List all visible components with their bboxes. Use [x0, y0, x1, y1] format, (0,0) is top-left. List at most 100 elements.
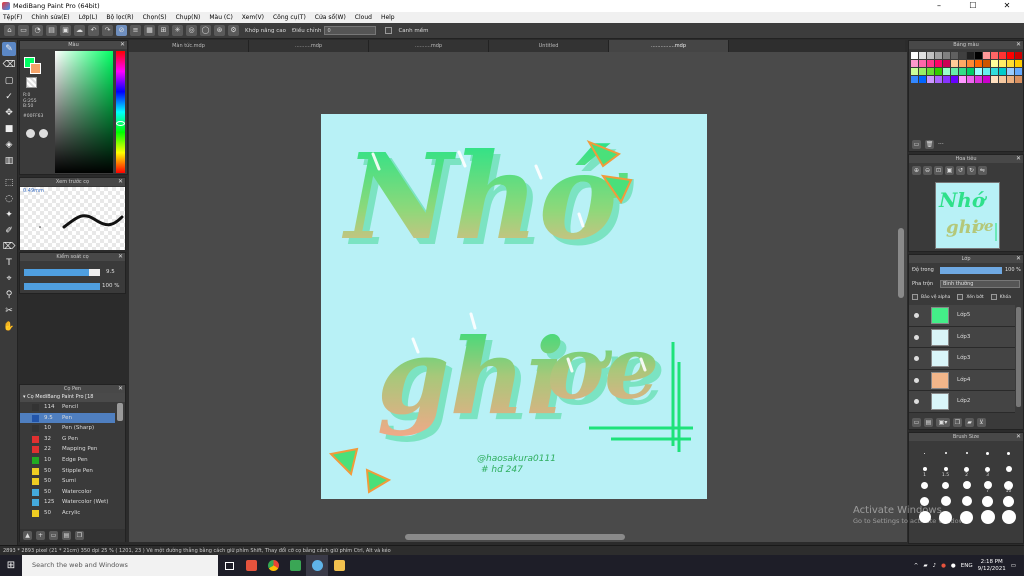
correction-select[interactable]: 0	[324, 26, 377, 35]
palette-swatch[interactable]	[943, 60, 950, 67]
palette-swatch[interactable]	[919, 68, 926, 75]
divide-tool-icon[interactable]: ✂	[2, 304, 16, 318]
palette-swatch[interactable]	[967, 52, 974, 59]
actual-size-icon[interactable]: ▣	[945, 166, 954, 175]
layer-item[interactable]: Lớp3	[909, 326, 1015, 348]
brush-item[interactable]: 50 Stipple Pen	[20, 466, 115, 477]
palette-swatch[interactable]	[991, 60, 998, 67]
brush-up-icon[interactable]: ▲	[23, 531, 32, 540]
brush-item[interactable]: 32 G Pen	[20, 434, 115, 445]
blend-mode-select[interactable]: Bình thường	[940, 280, 1020, 288]
brush-size-option[interactable]	[935, 477, 956, 493]
palette-swatch[interactable]	[911, 68, 918, 75]
gradient-tool-icon[interactable]: ▥	[2, 154, 16, 168]
notification-icon[interactable]: ▭	[1011, 563, 1016, 569]
palette-swatch[interactable]	[975, 76, 982, 83]
snap-parallel-icon[interactable]: ≡	[130, 25, 141, 36]
brush-size-option[interactable]	[977, 445, 998, 461]
save-icon[interactable]: ▣	[60, 25, 71, 36]
layer-opacity-slider[interactable]	[940, 267, 1002, 274]
close-icon[interactable]: ✕	[1016, 41, 1021, 49]
minimize-button[interactable]: –	[922, 0, 956, 12]
palette-swatch[interactable]	[911, 52, 918, 59]
tray-chevron-icon[interactable]: ^	[914, 563, 919, 569]
palette-swatch[interactable]	[911, 76, 918, 83]
menu-snap[interactable]: Chụp(N)	[176, 14, 201, 21]
operation-tool-icon[interactable]: ⌖	[2, 272, 16, 286]
brush-size-option[interactable]	[998, 509, 1019, 525]
tab-document-2[interactable]: ..........mdp	[249, 40, 369, 52]
snap-radial-icon[interactable]: ✳	[172, 25, 183, 36]
layer-item[interactable]: Lớp2	[909, 391, 1015, 413]
palette-picker-icon[interactable]	[39, 129, 48, 138]
select-check-icon[interactable]: ✓	[2, 90, 16, 104]
brush-size-option[interactable]: 7	[977, 477, 998, 494]
brush-list-scrollbar[interactable]	[117, 403, 123, 421]
open-icon[interactable]: ▤	[46, 25, 57, 36]
brush-size-option[interactable]	[956, 477, 977, 493]
palette-swatch[interactable]	[959, 68, 966, 75]
brush-size-option[interactable]	[914, 477, 935, 493]
palette-swatch[interactable]	[919, 52, 926, 59]
palette-delete-icon[interactable]: 🗑	[925, 139, 934, 149]
close-icon[interactable]: ✕	[118, 385, 123, 393]
brush-item[interactable]: 125 Watercolor (Wet)	[20, 497, 115, 508]
palette-swatch[interactable]	[999, 76, 1006, 83]
menu-filter[interactable]: Bộ lọc(R)	[106, 14, 133, 21]
hue-slider-handle[interactable]	[116, 121, 125, 126]
palette-swatch[interactable]	[1007, 60, 1014, 67]
palette-swatch[interactable]	[983, 76, 990, 83]
brush-item[interactable]: 22 Mapping Pen	[20, 444, 115, 455]
palette-swatch[interactable]	[927, 68, 934, 75]
palette-swatch[interactable]	[967, 68, 974, 75]
eyedropper-icon[interactable]: ⚲	[2, 288, 16, 302]
brush-size-option[interactable]	[998, 445, 1019, 461]
clipping-checkbox[interactable]	[957, 294, 964, 300]
layer-folder-icon[interactable]: ▰	[965, 417, 974, 427]
palette-swatch[interactable]	[927, 60, 934, 67]
palette-swatch[interactable]	[927, 76, 934, 83]
secondary-color-swatch[interactable]	[30, 63, 41, 74]
snap-circle-icon[interactable]: ◎	[186, 25, 197, 36]
palette-swatch[interactable]	[935, 60, 942, 67]
tab-document-3[interactable]: ..........mdp	[369, 40, 489, 52]
palette-swatch[interactable]	[911, 60, 918, 67]
layer-visibility-icon[interactable]	[914, 377, 919, 383]
zoom-out-icon[interactable]: ⊖	[923, 166, 932, 175]
snap-off-icon[interactable]: ⊘	[116, 25, 127, 36]
lock-checkbox[interactable]	[990, 294, 997, 300]
palette-swatch[interactable]	[951, 68, 958, 75]
palette-swatch[interactable]	[919, 60, 926, 67]
brush-tool-icon[interactable]: ✎	[2, 42, 16, 56]
lasso-tool-icon[interactable]: ◌	[2, 192, 16, 206]
layer-copy-icon[interactable]: ❐	[953, 417, 962, 427]
brush-size-option[interactable]	[977, 509, 998, 525]
canvas-horizontal-scrollbar[interactable]	[405, 534, 625, 540]
snap-advanced-label[interactable]: Khớp nâng cao	[245, 28, 286, 34]
palette-swatch[interactable]	[1007, 76, 1014, 83]
palette-swatch[interactable]	[1015, 68, 1022, 75]
new-halftone-layer-icon[interactable]: ▤	[924, 417, 933, 427]
brush-size-option[interactable]	[956, 445, 977, 461]
text-tool-icon[interactable]: T	[2, 256, 16, 270]
windows-start-icon[interactable]: ⊞	[0, 555, 22, 576]
palette-swatch[interactable]	[935, 52, 942, 59]
cloud-icon[interactable]: ☁	[74, 25, 85, 36]
palette-swatch[interactable]	[951, 76, 958, 83]
fit-view-icon[interactable]: ⊡	[934, 166, 943, 175]
brush-item[interactable]: 10 Pen (Sharp)	[20, 423, 115, 434]
palette-swatch[interactable]	[999, 52, 1006, 59]
taskbar-explorer-icon[interactable]	[328, 555, 350, 576]
zoom-in-icon[interactable]: ⊕	[912, 166, 921, 175]
layer-item[interactable]: Lớp5	[909, 305, 1015, 327]
magic-wand-icon[interactable]: ✦	[2, 208, 16, 222]
palette-swatch[interactable]	[999, 68, 1006, 75]
palette-swatch[interactable]	[991, 52, 998, 59]
palette-swatch[interactable]	[959, 52, 966, 59]
palette-swatch[interactable]	[935, 68, 942, 75]
brush-item[interactable]: 50 Watercolor	[20, 487, 115, 498]
navigator-thumbnail[interactable]: Nhớ ghi ơe	[935, 182, 1000, 249]
close-button[interactable]: ✕	[990, 0, 1024, 12]
palette-swatch[interactable]	[1007, 52, 1014, 59]
palette-swatch[interactable]	[1007, 68, 1014, 75]
